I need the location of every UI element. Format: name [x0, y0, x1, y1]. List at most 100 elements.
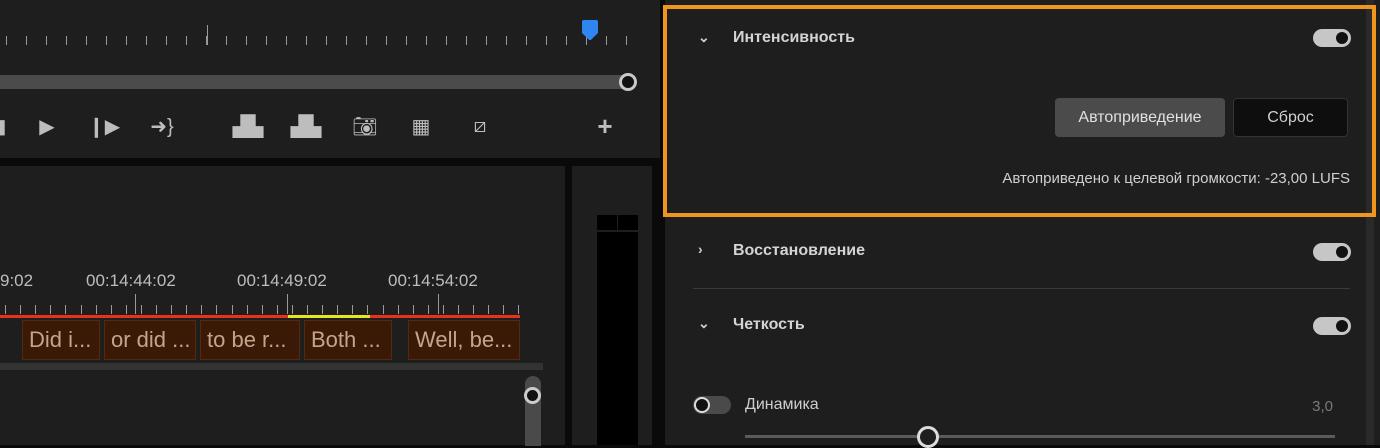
audio-meter-panel	[572, 166, 652, 445]
timeline-tick	[352, 305, 354, 314]
step-back-button[interactable]: ▮	[0, 112, 16, 140]
timeline-major-tick	[287, 294, 288, 314]
timeline-tick	[458, 305, 459, 314]
extract-button[interactable]: ▟▙	[290, 112, 322, 140]
ruler-tick	[166, 36, 167, 45]
dynamics-slider[interactable]	[745, 435, 1335, 438]
timeline-tick	[291, 305, 293, 314]
go-to-out-icon: ➜}	[150, 115, 174, 138]
caption-clip[interactable]: Well, be...	[408, 320, 520, 360]
ruler-tick	[346, 36, 347, 45]
plus-icon: +	[597, 110, 613, 141]
timeline-tick	[231, 305, 233, 314]
comparison-view-button[interactable]: ▦	[406, 112, 436, 140]
step-forward-icon: ❙▶	[87, 115, 121, 138]
timeline-tick	[95, 305, 97, 314]
caption-clip[interactable]: Did i...	[22, 320, 100, 360]
timeline-tick	[518, 305, 520, 314]
lift-icon: ▟▙	[232, 115, 264, 138]
timeline-tick	[488, 305, 490, 314]
chevron-right-icon[interactable]: ›	[698, 241, 703, 257]
caption-clip[interactable]: to be r...	[200, 320, 300, 360]
timeline-tick	[307, 305, 308, 314]
step-forward-button[interactable]: ❙▶	[87, 112, 121, 140]
work-area-bar[interactable]	[0, 315, 520, 318]
clarity-title[interactable]: Четкость	[733, 316, 805, 334]
film-compare-icon: ▦	[411, 115, 431, 138]
button-editor-button[interactable]: +	[590, 110, 620, 141]
ruler-tick	[466, 36, 467, 45]
timeline-tick	[322, 305, 324, 314]
timeline-tick	[65, 305, 67, 314]
ruler-tick	[6, 36, 7, 45]
ruler-tick	[86, 36, 87, 45]
export-frame-button[interactable]: 📷︎	[350, 112, 380, 140]
timeline-tick	[412, 305, 414, 314]
ruler-tick	[226, 36, 227, 45]
dynamics-value[interactable]: 3,0	[1312, 398, 1333, 415]
ruler-tick	[546, 36, 547, 45]
timeline-tick	[261, 305, 263, 314]
timeline-tick	[201, 305, 203, 314]
timeline-tick	[171, 305, 173, 314]
lift-button[interactable]: ▟▙	[232, 112, 264, 140]
ruler-tick	[366, 36, 367, 45]
timeline-tick	[397, 305, 399, 314]
audio-meter	[597, 232, 638, 445]
ruler-tick	[146, 36, 147, 45]
proxy-toggle-button[interactable]: ⧄	[465, 112, 495, 140]
restoration-title[interactable]: Восстановление	[733, 242, 865, 260]
timeline-tick	[276, 305, 278, 314]
ruler-tick	[106, 36, 107, 45]
timeline-tick	[367, 305, 369, 314]
ruler-major-tick	[207, 25, 208, 45]
caption-clip[interactable]: Both ...	[304, 320, 392, 360]
caption-clip[interactable]: or did ...	[104, 320, 196, 360]
proxy-icon: ⧄	[473, 114, 487, 137]
timeline-tick	[186, 305, 188, 314]
ruler-tick	[46, 36, 47, 45]
timecode-label: 00:14:54:02	[388, 271, 478, 290]
ruler-tick	[566, 36, 567, 45]
chevron-down-icon[interactable]: ⌄	[698, 315, 710, 332]
ruler-tick	[26, 36, 27, 45]
dynamics-toggle[interactable]	[693, 396, 731, 414]
timeline-panel: 9:02 00:14:44:02 00:14:49:02 00:14:54:02…	[0, 166, 565, 446]
restoration-toggle[interactable]	[1313, 243, 1351, 261]
ruler-tick	[506, 36, 507, 45]
scrollbar-handle[interactable]	[524, 387, 541, 404]
timeline-tick	[427, 305, 429, 314]
playhead[interactable]	[582, 20, 598, 40]
rendered-range-bar	[288, 315, 370, 318]
timeline-tick	[337, 305, 339, 314]
ruler-tick	[66, 36, 67, 45]
meter-peak-left	[597, 215, 617, 230]
timeline-tick	[35, 305, 37, 314]
timeline-tick	[382, 305, 384, 314]
play-button[interactable]: ▶	[32, 112, 62, 140]
timeline-tick	[140, 305, 142, 314]
timeline-tick	[473, 305, 475, 314]
timeline-tick	[246, 305, 248, 314]
highlight-frame	[663, 5, 1376, 217]
ruler-tick	[126, 36, 127, 45]
extract-icon: ▟▙	[290, 115, 322, 138]
ruler-tick	[426, 36, 427, 45]
timeline-tick	[110, 305, 112, 314]
ruler-tick	[526, 36, 527, 45]
ruler-tick	[246, 36, 247, 45]
clarity-toggle[interactable]	[1313, 317, 1351, 335]
ruler-tick	[386, 36, 387, 45]
timecode-label: 00:14:44:02	[86, 271, 176, 290]
go-to-out-button[interactable]: ➜}	[147, 112, 177, 140]
camera-icon: 📷︎	[352, 115, 378, 138]
ruler-tick	[486, 36, 487, 45]
section-divider	[693, 288, 1350, 289]
timeline-tick	[20, 305, 22, 314]
meter-peak-right	[618, 215, 638, 230]
timeline-tick	[50, 305, 52, 314]
ruler-tick	[266, 36, 267, 45]
timecode-label: 00:14:49:02	[237, 271, 327, 290]
scrub-handle[interactable]	[619, 73, 637, 91]
scrub-bar[interactable]	[0, 75, 624, 89]
